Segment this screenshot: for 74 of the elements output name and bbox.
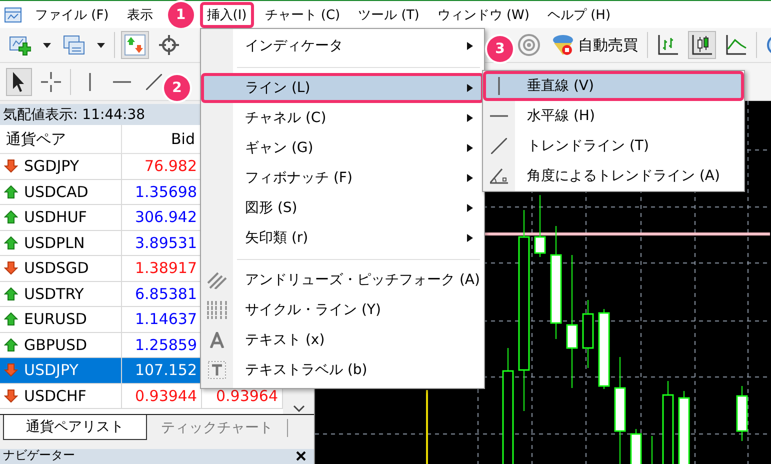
- menu-bar-item[interactable]: ウィンドウ (W): [430, 2, 536, 28]
- down-arrow-icon: [4, 159, 18, 174]
- currency-pair: EURUSD: [24, 310, 87, 328]
- angle-trendline-icon: [490, 168, 508, 184]
- menu-item[interactable]: インディケータ: [201, 31, 484, 61]
- line-chart-icon: [725, 34, 747, 56]
- tab[interactable]: 通貨ペアリスト: [3, 415, 147, 440]
- step-badge: 3: [487, 36, 513, 62]
- menu-bar-item[interactable]: ヘルプ (H): [540, 2, 618, 28]
- up-arrow-icon: [4, 184, 18, 199]
- up-arrow-icon: [4, 338, 18, 352]
- menu-item[interactable]: 角度によるトレンドライン (A): [483, 161, 744, 191]
- vertical-line-icon: [498, 77, 500, 95]
- up-arrow-icon: [4, 236, 18, 250]
- panel-title: ナビゲーター: [3, 449, 75, 462]
- down-arrow-icon: [4, 388, 18, 403]
- menu-bar-item[interactable]: ツール (T): [351, 2, 426, 28]
- up-arrow-icon: [4, 312, 18, 326]
- currency-pair: USDPLN: [24, 234, 85, 252]
- step-badge: 2: [164, 75, 190, 101]
- crosshair-icon: [41, 72, 61, 92]
- chart-plus-icon: [9, 34, 31, 56]
- windows-icon: [63, 34, 85, 56]
- currency-pair: USDCHF: [24, 386, 86, 405]
- text-label-icon: [208, 361, 226, 379]
- app-icon: [4, 6, 22, 24]
- horizontal-line-icon: [490, 115, 508, 117]
- menu-bar-item[interactable]: 挿入(I): [200, 2, 254, 28]
- trendline-icon: [146, 74, 162, 90]
- tab[interactable]: ティックチャート: [147, 419, 288, 437]
- toolbar-button[interactable]: [6, 68, 32, 96]
- currency-pair: SGDJPY: [24, 157, 79, 176]
- caret-icon: [97, 42, 105, 48]
- cursor-icon: [13, 72, 25, 92]
- letter-a-icon: [210, 332, 224, 348]
- horizontal-line-icon: [113, 80, 131, 82]
- currency-pair: USDTRY: [24, 284, 84, 303]
- candlestick-icon: [691, 34, 713, 56]
- caret-icon: [43, 42, 51, 48]
- currency-pair: USDCAD: [24, 182, 88, 201]
- menu-bar-item[interactable]: 表示: [120, 2, 160, 28]
- step-badge: 1: [168, 2, 194, 28]
- crosshair-icon: [158, 34, 180, 56]
- candlestick: [582, 300, 594, 368]
- menu-item[interactable]: トレンドライン (T): [483, 131, 744, 161]
- down-arrow-icon: [4, 261, 18, 276]
- currency-pair: USDSGD: [24, 259, 89, 278]
- signal-icon: [518, 34, 540, 56]
- column-header: 通貨ペア: [0, 125, 122, 153]
- menu-bar-item[interactable]: ファイル (F): [28, 2, 116, 28]
- cycle-lines-icon: [207, 301, 227, 319]
- menu-item[interactable]: 垂直線 (V): [483, 71, 744, 101]
- toolbar-button[interactable]: [688, 31, 716, 59]
- currency-pair: GBPUSD: [24, 336, 88, 354]
- auto-trading-icon: [552, 34, 574, 56]
- auto-trading-button[interactable]: 自動売買: [549, 31, 641, 59]
- candlestick: [736, 386, 748, 442]
- pitchfork-icon: [207, 271, 227, 289]
- currency-pair: USDJPY: [24, 361, 78, 380]
- menu-item[interactable]: 水平線 (H): [483, 101, 744, 131]
- menu-item[interactable]: ライン (L): [201, 73, 484, 103]
- up-arrow-icon: [4, 286, 18, 301]
- bar-chart-icon: [657, 34, 679, 56]
- vertical-line-icon: [89, 72, 91, 90]
- menu-bar-item[interactable]: チャート (C): [258, 2, 348, 28]
- scroll-down-icon: [292, 405, 304, 412]
- close-icon[interactable]: [296, 451, 306, 461]
- up-down-arrows-icon: [124, 34, 146, 56]
- down-arrow-icon: [4, 363, 18, 378]
- candlestick: [534, 194, 546, 258]
- currency-pair: USDHUF: [24, 208, 87, 226]
- candlestick: [630, 428, 642, 464]
- trendline-icon: [491, 138, 507, 154]
- up-arrow-icon: [4, 210, 18, 224]
